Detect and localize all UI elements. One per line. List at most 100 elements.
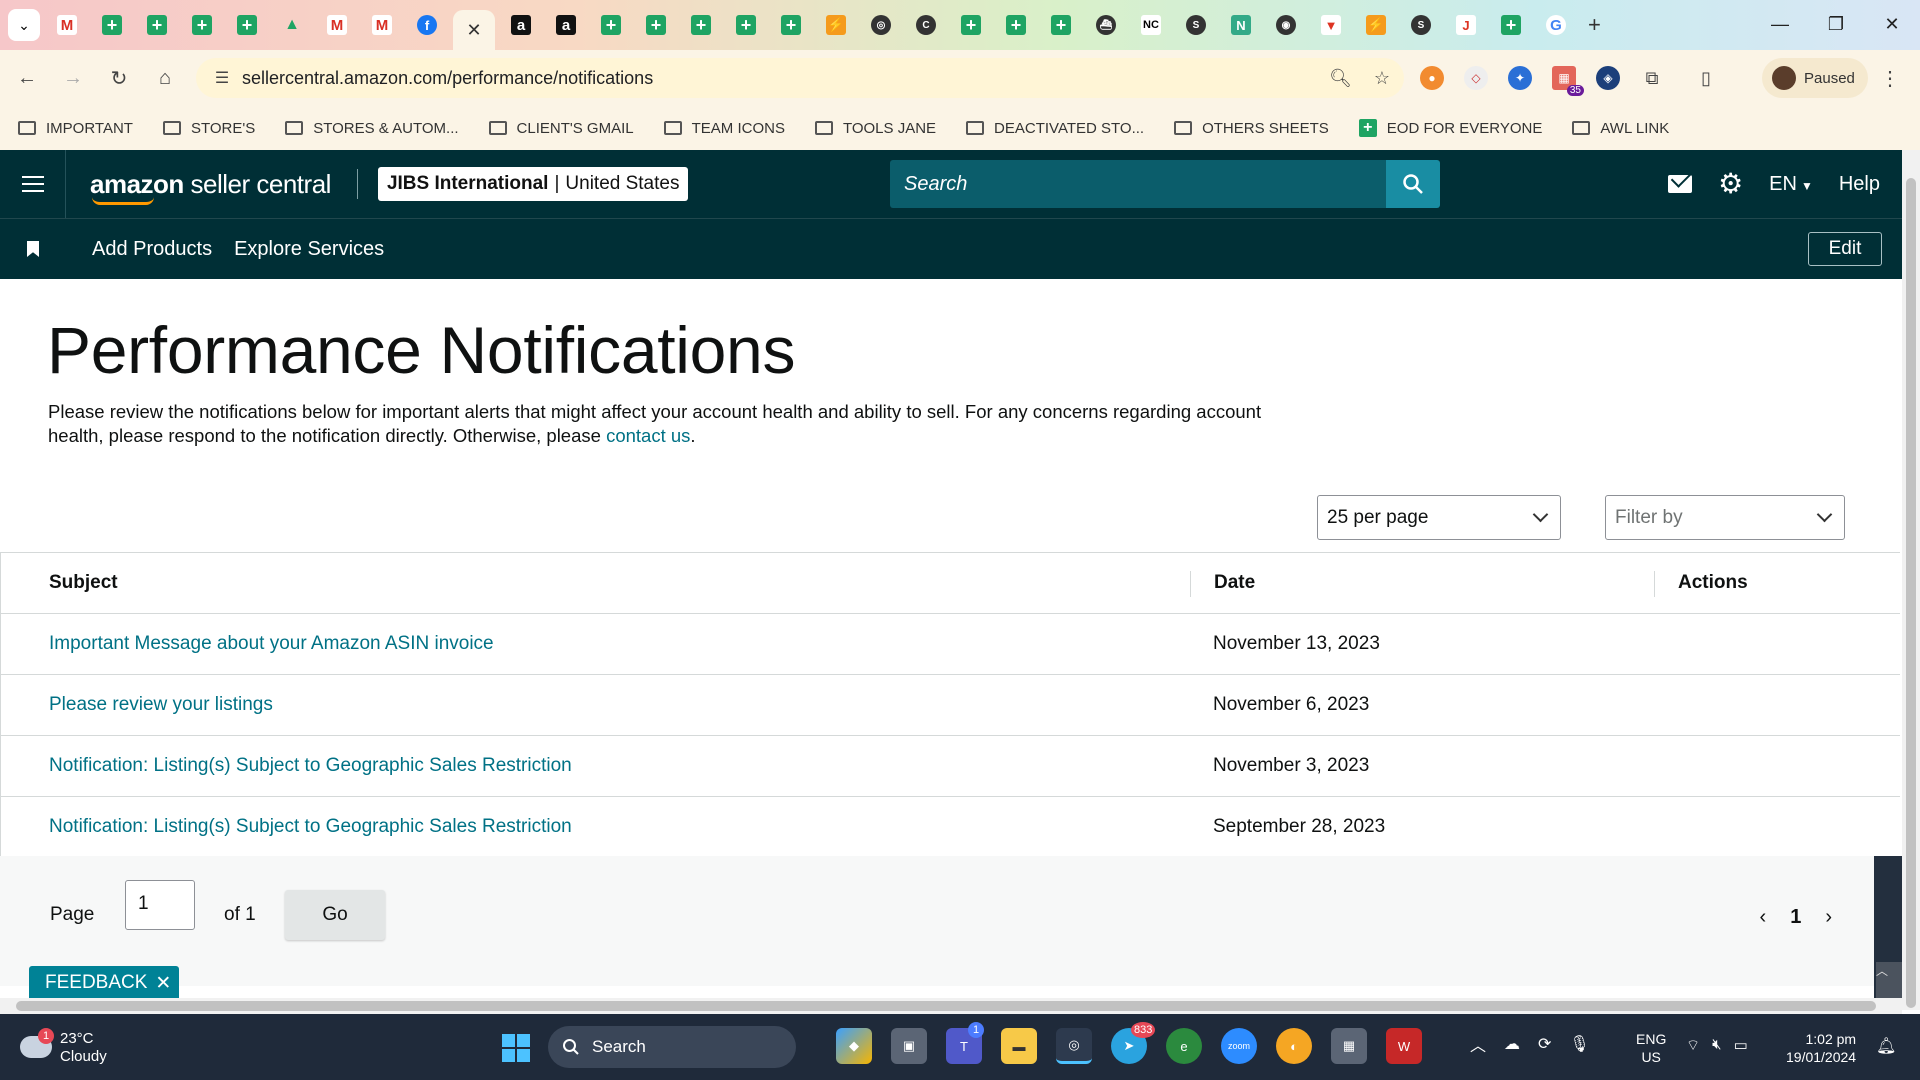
bookmark-item[interactable]: STORE'S — [162, 120, 255, 137]
chrome-icon[interactable]: ◎ — [1056, 1028, 1092, 1064]
notification-subject-link[interactable]: Notification: Listing(s) Subject to Geog… — [49, 816, 572, 838]
extension-icon[interactable]: ✦ — [1508, 66, 1532, 90]
browser-tab[interactable]: ▲ — [273, 8, 311, 42]
page-number-input[interactable]: 1 — [125, 880, 195, 930]
forward-button[interactable]: → — [50, 55, 96, 101]
language-indicator[interactable]: ENG US — [1636, 1030, 1666, 1066]
browser-tab[interactable] — [997, 8, 1035, 42]
browser-tab[interactable]: NC — [1132, 8, 1170, 42]
browser-tab[interactable]: ◎ — [862, 8, 900, 42]
add-products-link[interactable]: Add Products — [92, 238, 212, 261]
help-link[interactable]: Help — [1839, 173, 1880, 196]
browser-tab[interactable] — [727, 8, 765, 42]
browser-tab[interactable]: ◉ — [1267, 8, 1305, 42]
restore-button[interactable]: ❐ — [1808, 0, 1864, 48]
active-tab[interactable]: ✕ — [453, 10, 495, 50]
edge-icon[interactable]: e — [1166, 1028, 1202, 1064]
language-selector[interactable]: EN ▼ — [1769, 173, 1813, 196]
minimize-button[interactable]: — — [1752, 0, 1808, 48]
browser-tab[interactable]: ▼ — [1312, 8, 1350, 42]
chevron-right-icon[interactable]: › — [1825, 906, 1832, 929]
sync-icon[interactable]: ⟳ — [1538, 1034, 1551, 1054]
copilot-icon[interactable]: ◆ — [836, 1028, 872, 1064]
bookmark-item[interactable]: AWL LINK — [1572, 120, 1669, 137]
teams-icon[interactable]: T1 — [946, 1022, 984, 1064]
browser-tab[interactable] — [952, 8, 990, 42]
reload-button[interactable]: ↻ — [96, 55, 142, 101]
more-menu-icon[interactable]: ⋮ — [1880, 66, 1900, 91]
browser-tab[interactable]: M — [318, 8, 356, 42]
browser-tab[interactable] — [592, 8, 630, 42]
browser-tab[interactable]: M — [363, 8, 401, 42]
per-page-select[interactable]: 25 per page — [1317, 495, 1561, 540]
browser-tab[interactable] — [138, 8, 176, 42]
calculator-icon[interactable]: ▦ — [1331, 1028, 1367, 1064]
close-icon[interactable]: ✕ — [466, 20, 481, 41]
amazon-seller-central-logo[interactable]: amazon seller central — [90, 169, 331, 205]
bookmark-item[interactable]: TOOLS JANE — [814, 120, 936, 137]
app-icon[interactable]: ◐ — [1276, 1028, 1312, 1064]
bookmark-star-icon[interactable]: ☆ — [1374, 68, 1390, 89]
account-switcher[interactable]: JIBS International | United States — [377, 167, 689, 201]
search-button[interactable] — [1386, 160, 1440, 208]
zoom-icon[interactable]: 🔍︎ — [1329, 68, 1352, 89]
notification-subject-link[interactable]: Please review your listings — [49, 694, 273, 716]
browser-tab[interactable] — [228, 8, 266, 42]
clock[interactable]: 1:02 pm 19/01/2024 — [1786, 1030, 1856, 1066]
browser-tab[interactable]: f — [408, 8, 446, 42]
start-button[interactable] — [502, 1034, 530, 1062]
url-text[interactable]: sellercentral.amazon.com/performance/not… — [242, 68, 653, 89]
current-page[interactable]: 1 — [1790, 906, 1801, 929]
extension-icon[interactable]: ◇ — [1464, 66, 1488, 90]
bookmark-item[interactable]: TEAM ICONS — [663, 120, 785, 137]
task-view-icon[interactable]: ▣ — [891, 1028, 927, 1064]
taskbar-search[interactable]: Search — [548, 1026, 796, 1068]
chevron-up-icon[interactable]: ︿ — [1470, 1032, 1486, 1056]
explore-services-link[interactable]: Explore Services — [234, 238, 384, 261]
extension-icon[interactable]: ▦ 35 — [1552, 66, 1584, 96]
chevron-left-icon[interactable]: ‹ — [1760, 906, 1767, 929]
browser-tab[interactable]: ⚡ — [1357, 8, 1395, 42]
notification-subject-link[interactable]: Notification: Listing(s) Subject to Geog… — [49, 755, 572, 777]
browser-tab[interactable] — [772, 8, 810, 42]
extension-icon[interactable]: ◈ — [1596, 66, 1620, 90]
bookmark-item[interactable]: + EOD FOR EVERYONE — [1358, 119, 1542, 137]
browser-tab[interactable]: J — [1447, 8, 1485, 42]
bookmark-item[interactable]: OTHERS SHEETS — [1174, 120, 1329, 137]
telegram-icon[interactable]: ➤ 833 — [1111, 1022, 1156, 1064]
gear-icon[interactable]: ⚙ — [1718, 170, 1743, 198]
back-button[interactable]: ← — [4, 55, 50, 101]
notification-subject-link[interactable]: Important Message about your Amazon ASIN… — [49, 633, 494, 655]
go-button[interactable]: Go — [285, 890, 385, 940]
browser-tab[interactable] — [93, 8, 131, 42]
edit-button[interactable]: Edit — [1808, 232, 1882, 266]
browser-tab[interactable]: G — [1537, 8, 1575, 42]
puzzle-icon[interactable]: ⧉ — [1640, 66, 1664, 90]
bookmark-item[interactable]: IMPORTANT — [18, 120, 133, 137]
mail-icon[interactable] — [1668, 175, 1693, 193]
close-icon[interactable]: ✕ — [155, 972, 171, 995]
address-bar[interactable]: ☰ sellercentral.amazon.com/performance/n… — [196, 58, 1404, 98]
home-button[interactable]: ⌂ — [142, 55, 188, 101]
browser-tab[interactable]: M — [48, 8, 86, 42]
wps-icon[interactable]: W — [1386, 1028, 1422, 1064]
browser-tab[interactable]: S — [1402, 8, 1440, 42]
extension-icon[interactable]: ● — [1420, 66, 1444, 90]
column-subject[interactable]: Subject — [49, 572, 118, 594]
search-input[interactable]: Search — [890, 160, 1386, 208]
weather-widget[interactable]: 1 23°C Cloudy — [20, 1028, 107, 1066]
bookmark-item[interactable]: STORES & AUTOM... — [285, 120, 459, 137]
column-date[interactable]: Date — [1214, 572, 1255, 594]
site-info-icon[interactable]: ☰ — [202, 68, 242, 88]
notification-bell-icon[interactable]: 🔔︎ — [1876, 1036, 1896, 1056]
browser-tab[interactable] — [1042, 8, 1080, 42]
browser-tab[interactable] — [183, 8, 221, 42]
hamburger-menu-icon[interactable] — [0, 150, 66, 218]
filter-select[interactable]: Filter by — [1605, 495, 1845, 540]
zoom-icon[interactable]: zoom — [1221, 1028, 1257, 1064]
browser-tab[interactable]: ⚡ — [817, 8, 855, 42]
browser-tab[interactable]: S — [1177, 8, 1215, 42]
side-panel-icon[interactable]: ▯ — [1694, 66, 1718, 90]
file-explorer-icon[interactable]: ▬ — [1001, 1028, 1037, 1064]
onedrive-icon[interactable]: ☁ — [1504, 1034, 1520, 1054]
